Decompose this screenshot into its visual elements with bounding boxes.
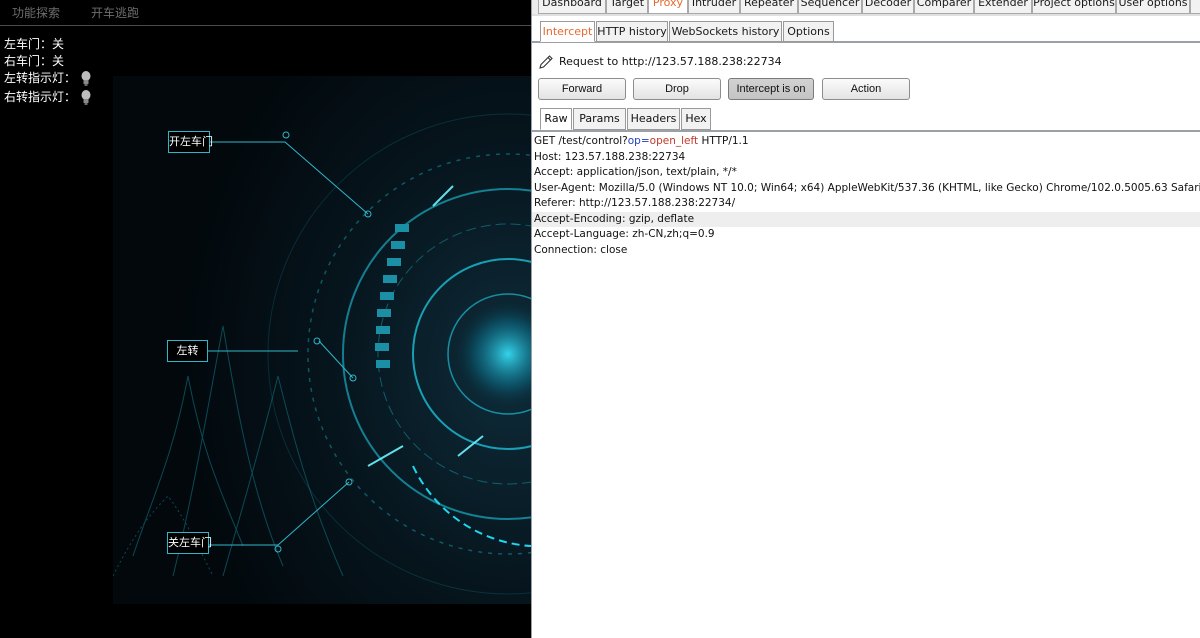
tab-target[interactable]: Target (606, 0, 648, 14)
subtab-options[interactable]: Options (783, 21, 834, 42)
left-door-status: 左车门：关 (4, 37, 65, 51)
raw-request-editor[interactable]: GET /test/control?op=open_left HTTP/1.1 … (532, 134, 1200, 638)
param-name: op (627, 135, 641, 147)
viewtab-hex[interactable]: Hex (681, 108, 711, 130)
param-value: open_left (649, 135, 699, 147)
burp-suite-panel: Dashboard Target Proxy Intruder Repeater… (531, 0, 1200, 638)
header-line: Connection: close (534, 243, 628, 256)
tab-proxy[interactable]: Proxy (648, 0, 688, 14)
pencil-icon[interactable] (538, 54, 554, 70)
request-line: GET /test/control?op=open_left HTTP/1.1 (534, 135, 749, 147)
drop-button[interactable]: Drop (633, 78, 721, 100)
request-target-text: Request to http://123.57.188.238:22734 (559, 55, 782, 68)
tab-user-options[interactable]: User options (1116, 0, 1190, 14)
right-door-status: 右车门：关 (4, 54, 65, 68)
tab-sequencer[interactable]: Sequencer (798, 0, 862, 14)
nav-drive-away[interactable]: 开车逃跑 (91, 4, 139, 21)
left-turn-status: 左转指示灯： (4, 70, 91, 86)
subtab-intercept[interactable]: Intercept (540, 21, 595, 42)
viewtab-params[interactable]: Params (573, 108, 626, 130)
open-left-door-button[interactable]: 开左车门 (168, 131, 213, 153)
tab-comparer[interactable]: Comparer (914, 0, 974, 14)
request-target: Request to http://123.57.188.238:22734 (538, 53, 782, 71)
close-left-door-button[interactable]: 关左车门 (167, 532, 212, 554)
subtab-websockets-history[interactable]: WebSockets history (669, 21, 782, 42)
car-control-app: 功能探索 开车逃跑 左车门：关 右车门：关 左转指示灯： 右转指示灯： 开左车门… (0, 0, 531, 638)
header-line: Referer: http://123.57.188.238:22734/ (534, 197, 736, 209)
tab-repeater[interactable]: Repeater (740, 0, 798, 14)
tab-dashboard[interactable]: Dashboard (538, 0, 606, 14)
left-turn-label: 左转指示灯： (4, 71, 77, 85)
header-line: Host: 123.57.188.238:22734 (534, 150, 686, 163)
proxy-sub-tab-bar: Intercept HTTP history WebSockets histor… (532, 19, 1200, 43)
header-line: Accept: application/json, text/plain, */… (534, 166, 737, 178)
turn-left-button[interactable]: 左转 (167, 340, 208, 362)
message-view-tab-bar: Raw Params Headers Hex (532, 108, 1200, 132)
bulb-icon (81, 71, 91, 86)
header-line: User-Agent: Mozilla/5.0 (Windows NT 10.0… (534, 181, 1200, 194)
top-nav: 功能探索 开车逃跑 (0, 0, 531, 26)
viewtab-raw[interactable]: Raw (540, 108, 572, 130)
intercept-toggle-button[interactable]: Intercept is on (728, 78, 814, 100)
bulb-icon (81, 90, 91, 105)
tab-extender[interactable]: Extender (974, 0, 1032, 14)
tab-overflow[interactable] (1190, 0, 1200, 14)
viewtab-headers[interactable]: Headers (627, 108, 680, 130)
header-line: Accept-Language: zh-CN,zh;q=0.9 (534, 228, 715, 240)
header-line-highlighted: Accept-Encoding: gzip, deflate (532, 211, 1200, 227)
subtab-http-history[interactable]: HTTP history (596, 21, 668, 42)
right-turn-status: 右转指示灯： (4, 89, 91, 105)
action-button[interactable]: Action (822, 78, 910, 100)
main-tab-bar: Dashboard Target Proxy Intruder Repeater… (532, 0, 1200, 16)
tab-project-options[interactable]: Project options (1032, 0, 1116, 14)
forward-button[interactable]: Forward (538, 78, 626, 100)
right-turn-label: 右转指示灯： (4, 90, 77, 104)
tab-decoder[interactable]: Decoder (862, 0, 914, 14)
tab-intruder[interactable]: Intruder (688, 0, 740, 14)
nav-explore[interactable]: 功能探索 (12, 4, 60, 21)
